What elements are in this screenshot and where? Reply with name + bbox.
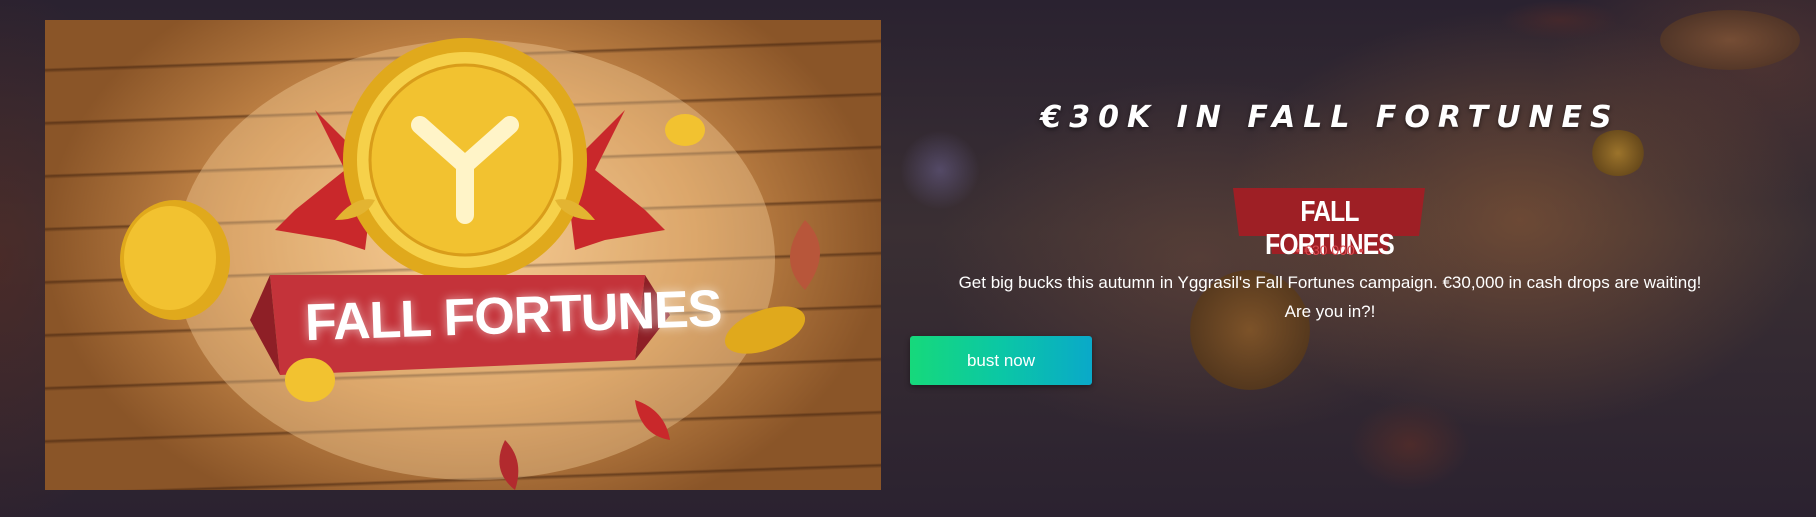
promo-title: €30K IN FALL FORTUNES [1040, 100, 1620, 135]
coin-bottom [285, 358, 335, 402]
description-line-2: Are you in?! [1284, 302, 1376, 321]
bust-now-button[interactable]: bust now [910, 336, 1092, 385]
promo-description: Get big bucks this autumn in Yggrasil's … [905, 268, 1755, 326]
promo-content: €30K IN FALL FORTUNES FALL FORTUNES • €3… [905, 0, 1755, 517]
falling-leaf [790, 220, 820, 290]
fall-fortunes-logo: FALL FORTUNES • €30 000 • [1227, 184, 1432, 264]
description-line-1: Get big bucks this autumn in Yggrasil's … [958, 273, 1702, 292]
coin-top-right [665, 114, 705, 146]
logo-amount: • €30 000 • [1295, 242, 1364, 258]
promo-image[interactable]: FALL FORTUNES [45, 20, 881, 490]
fall-fortunes-illustration [120, 38, 820, 490]
image-banner-text: FALL FORTUNES [304, 279, 723, 353]
